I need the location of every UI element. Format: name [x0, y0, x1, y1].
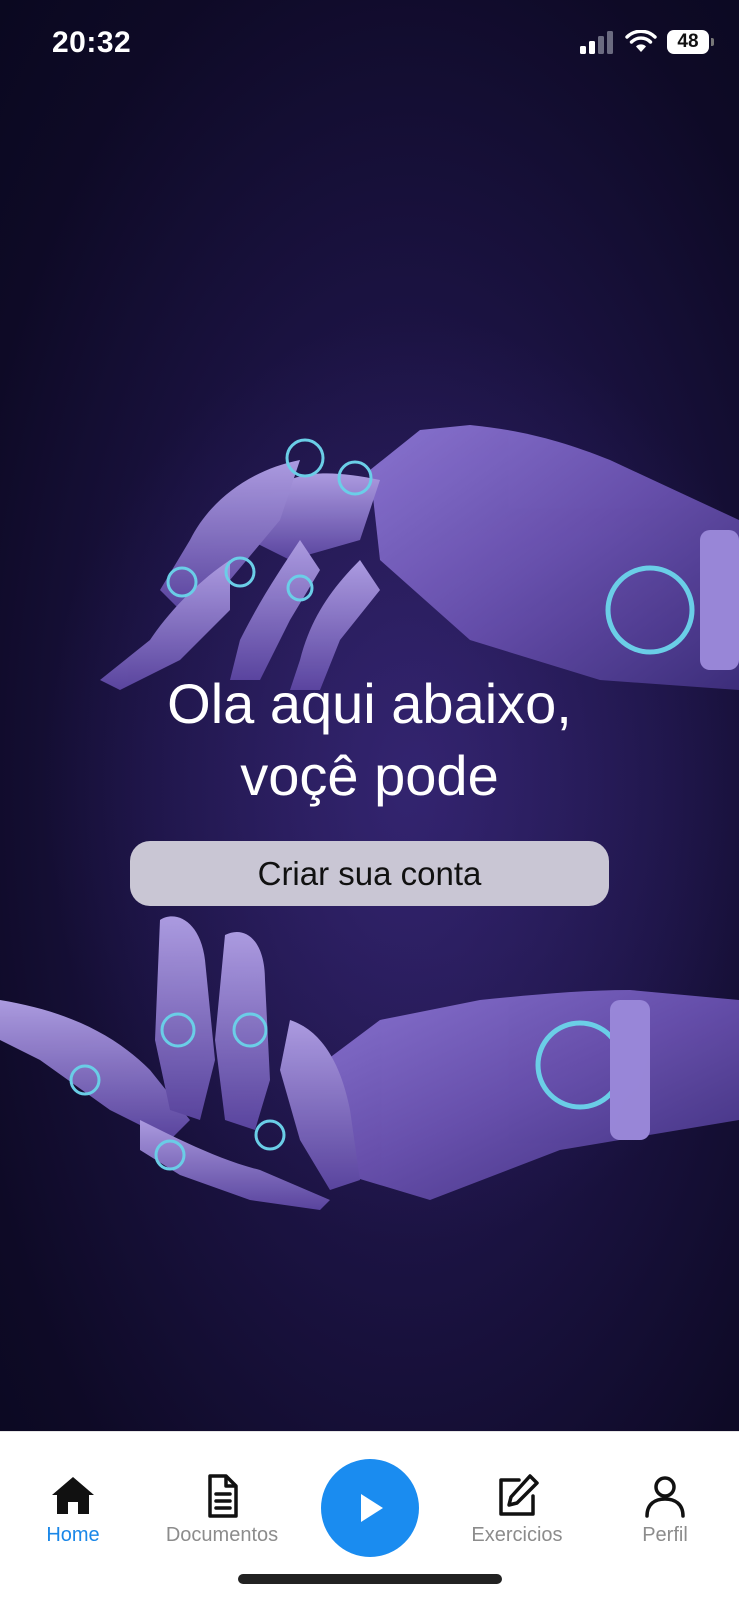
- status-bar: 20:32 48: [0, 0, 739, 90]
- document-icon: [208, 1474, 238, 1518]
- tab-exercicios[interactable]: Exercicios: [447, 1472, 587, 1547]
- create-account-button[interactable]: Criar sua conta: [130, 841, 609, 906]
- status-time: 20:32: [52, 26, 132, 59]
- tab-documentos[interactable]: Documentos: [152, 1472, 292, 1547]
- user-icon: [645, 1476, 685, 1518]
- wifi-icon: [625, 30, 657, 52]
- headline-line-2: voçê pode: [240, 744, 499, 807]
- home-indicator: [238, 1574, 502, 1584]
- tab-documentos-label: Documentos: [165, 1524, 279, 1546]
- play-icon: [361, 1494, 383, 1522]
- tab-home[interactable]: Home: [3, 1472, 143, 1547]
- hero-screen: 20:32 48 Ola aqui abaixo, voçê pode Cria…: [0, 0, 739, 1431]
- hero-headline: Ola aqui abaixo, voçê pode: [0, 668, 739, 812]
- play-button[interactable]: [321, 1459, 419, 1557]
- edit-icon: [499, 1474, 539, 1516]
- tab-perfil[interactable]: Perfil: [595, 1472, 735, 1547]
- cellular-signal-icon: [580, 31, 613, 54]
- status-icons: 48: [579, 30, 714, 54]
- battery-indicator: 48: [667, 30, 714, 54]
- tab-home-label: Home: [46, 1524, 100, 1546]
- headline-line-1: Ola aqui abaixo,: [167, 672, 572, 735]
- tab-exercicios-label: Exercicios: [471, 1524, 563, 1546]
- home-icon: [52, 1477, 94, 1514]
- tab-perfil-label: Perfil: [642, 1524, 688, 1546]
